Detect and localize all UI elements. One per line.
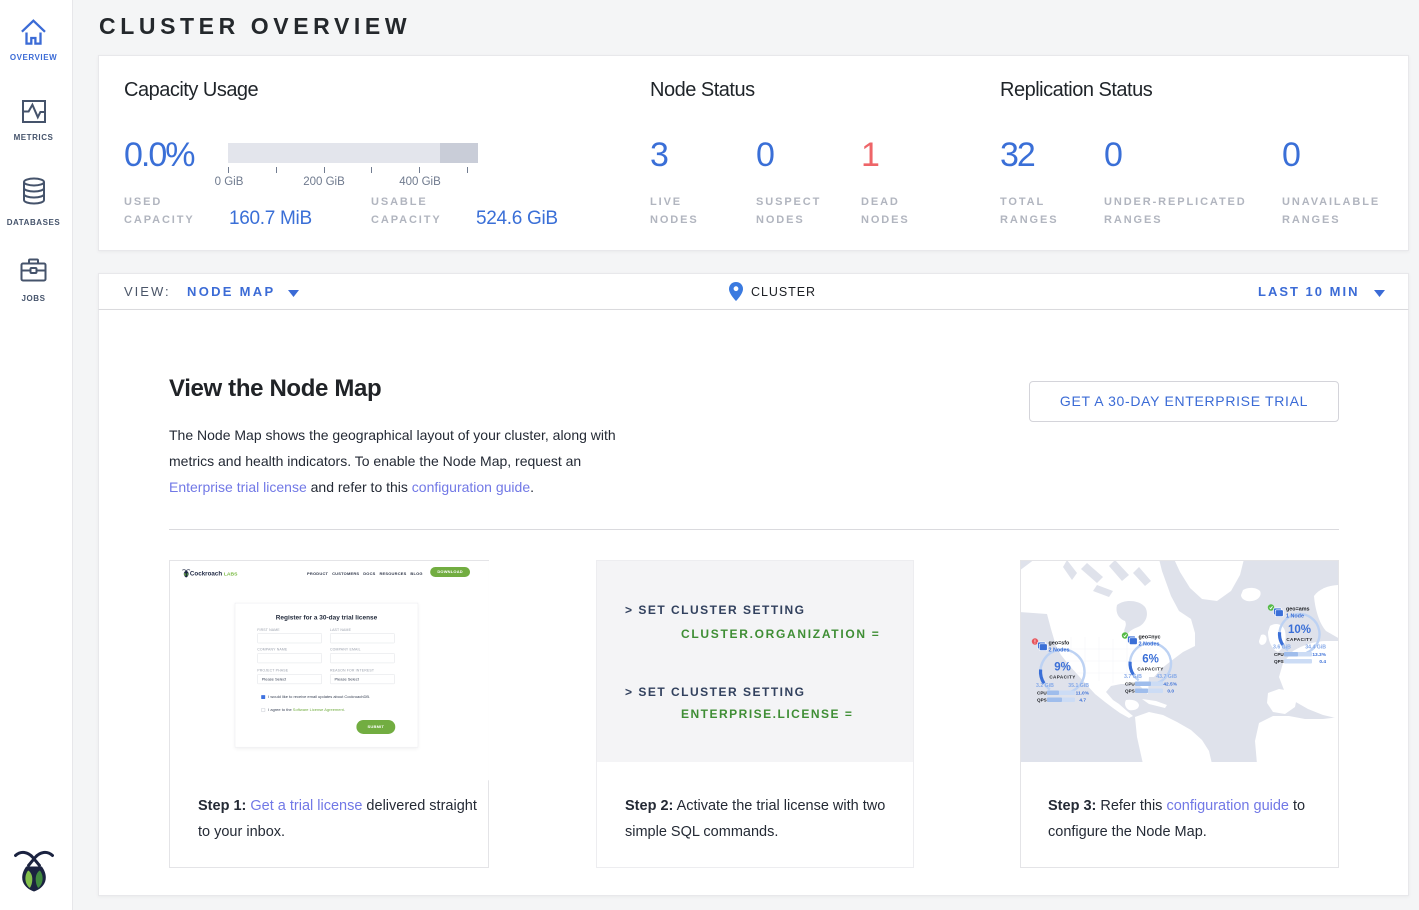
svg-text:CPU: CPU <box>1037 691 1047 696</box>
svg-text:6%: 6% <box>1142 654 1159 666</box>
svg-text:2 Nodes: 2 Nodes <box>1139 642 1160 648</box>
svg-text:10%: 10% <box>1288 624 1311 636</box>
svg-text:13.3%: 13.3% <box>1312 652 1326 658</box>
svg-text:43.7 GiB: 43.7 GiB <box>1156 674 1177 680</box>
svg-text:2 Nodes: 2 Nodes <box>1049 648 1070 654</box>
svg-text:34.4 GiB: 34.4 GiB <box>1305 645 1326 651</box>
svg-text:CAPACITY: CAPACITY <box>1286 637 1312 642</box>
svg-text:CAPACITY: CAPACITY <box>1049 675 1075 680</box>
svg-text:QPS: QPS <box>1037 698 1047 703</box>
svg-text:0.4: 0.4 <box>1319 659 1326 665</box>
svg-text:0.0: 0.0 <box>1167 689 1174 695</box>
svg-text:geo=nyc: geo=nyc <box>1139 635 1161 641</box>
svg-text:9%: 9% <box>1054 662 1071 674</box>
svg-text:4.7: 4.7 <box>1079 698 1086 704</box>
svg-text:QPS: QPS <box>1274 659 1284 664</box>
svg-text:CPU: CPU <box>1125 682 1135 687</box>
svg-text:geo=ams: geo=ams <box>1286 607 1310 613</box>
svg-text:3.6 GiB: 3.6 GiB <box>1273 645 1291 651</box>
svg-text:CAPACITY: CAPACITY <box>1137 667 1163 672</box>
svg-text:3.7 GiB: 3.7 GiB <box>1124 674 1142 680</box>
svg-text:3.2 GiB: 3.2 GiB <box>1036 683 1054 689</box>
svg-text:35.1 GiB: 35.1 GiB <box>1068 683 1089 689</box>
svg-text:CPU: CPU <box>1274 652 1284 657</box>
svg-text:1 Node: 1 Node <box>1286 614 1304 620</box>
svg-text:42.5%: 42.5% <box>1163 682 1177 688</box>
svg-text:geo=sfo: geo=sfo <box>1049 641 1071 647</box>
svg-text:QPS: QPS <box>1125 689 1135 694</box>
svg-text:11.0%: 11.0% <box>1076 691 1090 697</box>
